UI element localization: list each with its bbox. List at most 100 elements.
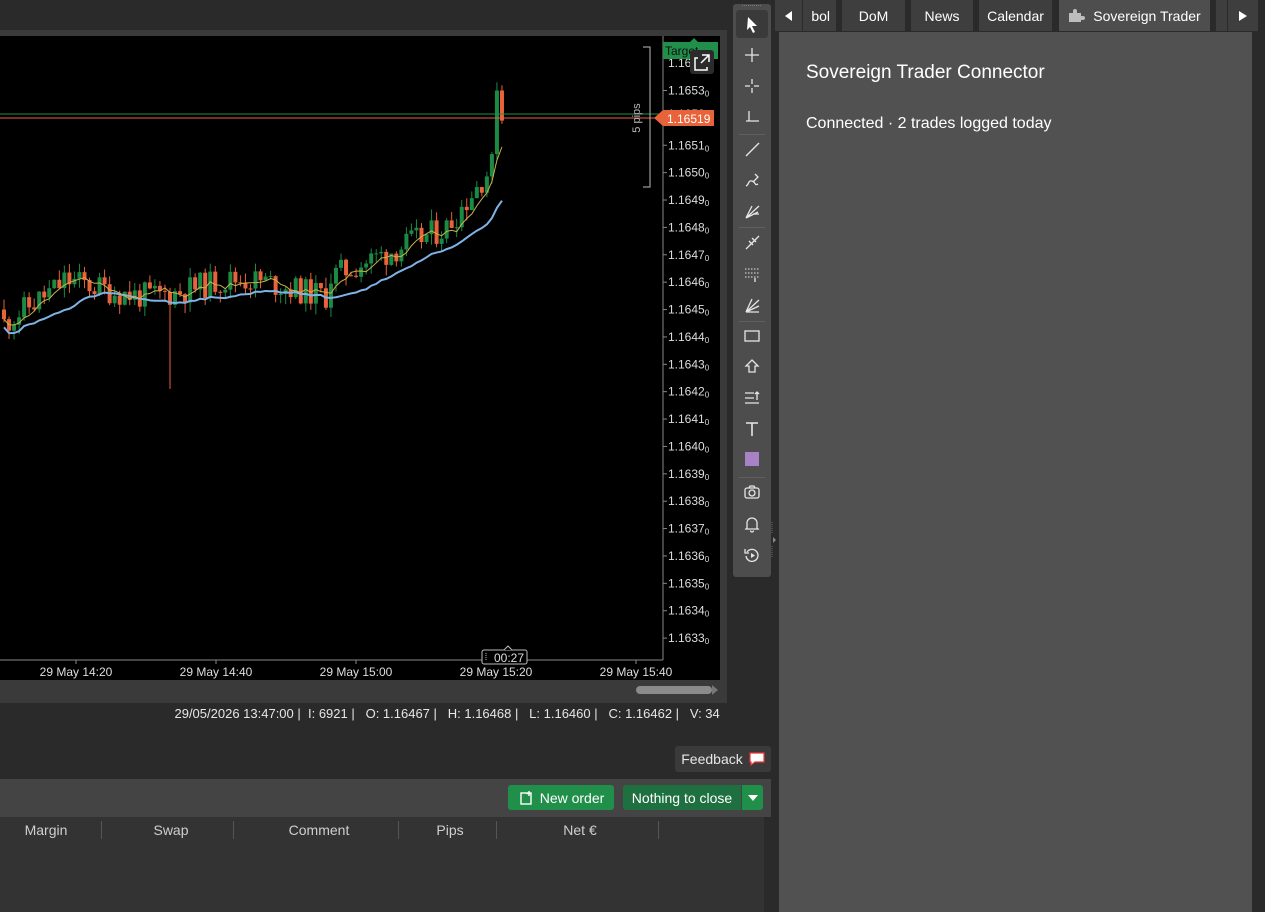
tab-label: DoM	[858, 7, 889, 24]
tab-overflow-strip	[1216, 0, 1227, 31]
tool-fib-fan[interactable]	[736, 197, 768, 225]
crosshair-icon	[745, 48, 759, 62]
price-tick-label: 1.16530	[668, 84, 710, 99]
price-tick-label: 1.16490	[668, 193, 710, 208]
candle-body	[268, 276, 273, 278]
candle-body	[27, 297, 32, 308]
tab-calendar[interactable]: Calendar	[979, 0, 1052, 31]
candle-body	[454, 227, 459, 229]
feedback-button[interactable]: Feedback	[675, 746, 771, 772]
tool-alert-bell[interactable]	[736, 510, 768, 538]
column-header-comment[interactable]: Comment	[240, 817, 398, 843]
candle-body	[409, 230, 414, 234]
tool-zoom-crosshair[interactable]	[736, 72, 768, 100]
column-header-swap[interactable]: Swap	[110, 817, 232, 843]
feedback-bubble-icon	[749, 752, 765, 766]
tool-levels[interactable]	[736, 384, 768, 412]
panel-title: Sovereign Trader Connector	[806, 62, 1045, 83]
tool-pitchfork[interactable]	[736, 228, 768, 256]
candle-body	[414, 227, 419, 231]
candle-body	[253, 271, 258, 289]
chart-canvas[interactable]: 1.165301.165201.165101.165001.164901.164…	[0, 36, 720, 680]
tab-dom[interactable]: DoM	[842, 0, 905, 31]
tool-replay[interactable]	[736, 541, 768, 569]
tool-color-swatch[interactable]	[736, 445, 768, 473]
panel-tab-bar: bol DoM News Calendar Sovereign Trader	[775, 0, 1265, 31]
fib-fan-icon	[745, 205, 760, 219]
price-tick-label: 1.16430	[668, 357, 710, 372]
tool-text[interactable]	[736, 415, 768, 443]
price-tick-label: 1.16330	[668, 631, 710, 646]
close-all-button[interactable]: Nothing to close	[623, 785, 741, 810]
time-tick-label: 29 May 14:40	[180, 665, 253, 679]
candle-body	[499, 90, 504, 121]
chart-horizontal-scrollbar[interactable]	[0, 684, 720, 696]
ohlc-close: C: 1.16462	[608, 706, 673, 721]
price-tick-label: 1.16450	[668, 303, 710, 318]
time-tick-label: 29 May 15:40	[600, 665, 673, 679]
candle-body	[147, 282, 152, 289]
toolbar-grip-icon[interactable]	[742, 4, 762, 8]
panel-splitter[interactable]	[771, 520, 777, 560]
price-tick-label: 1.16340	[668, 604, 710, 619]
column-header-margin[interactable]: Margin	[0, 817, 92, 843]
arrow-up-icon	[744, 359, 760, 373]
new-order-button[interactable]: New order	[508, 785, 614, 810]
ohlc-datetime: 29/05/2026 13:47:00	[174, 706, 294, 721]
color-swatch-icon	[745, 452, 759, 466]
column-header-net[interactable]: Net €	[500, 817, 660, 843]
column-header-pips[interactable]: Pips	[405, 817, 495, 843]
connection-status: Connected · 2 trades logged today	[806, 115, 1052, 132]
candle-body	[298, 278, 303, 304]
candle-body	[77, 272, 82, 279]
tab-symbol[interactable]: bol	[803, 0, 836, 31]
candle-body	[52, 279, 57, 289]
candle-body	[218, 291, 223, 293]
tool-line[interactable]	[736, 135, 768, 163]
tool-fib-retracement[interactable]	[736, 260, 768, 288]
tool-pointer[interactable]	[736, 10, 768, 38]
candle-body	[349, 275, 354, 277]
candle-body	[333, 267, 338, 284]
tabs-scroll-left-button[interactable]	[775, 0, 802, 31]
tab-sovereign-trader[interactable]: Sovereign Trader	[1059, 0, 1210, 31]
candle-body	[47, 288, 52, 298]
zoom-crosshair-icon	[745, 79, 759, 93]
candle-body	[12, 324, 17, 331]
tool-crosshair[interactable]	[736, 41, 768, 69]
scroll-right-arrow-icon[interactable]	[712, 685, 718, 695]
candle-body	[92, 291, 97, 295]
candle-body	[263, 276, 268, 281]
chevron-down-icon	[747, 794, 758, 801]
candle-body	[2, 309, 6, 320]
tool-arrow-up[interactable]	[736, 353, 768, 381]
price-chart[interactable]: 1.165301.165201.165101.165001.164901.164…	[0, 36, 720, 680]
candle-body	[474, 187, 479, 199]
candle-body	[479, 187, 484, 193]
candle-body	[489, 154, 494, 177]
candle-body	[152, 285, 157, 289]
pen-icon	[745, 173, 759, 187]
candle-body	[419, 227, 424, 242]
candle-body	[278, 293, 283, 295]
scrollbar-thumb[interactable]	[636, 686, 712, 694]
tab-news[interactable]: News	[911, 0, 973, 31]
tabs-scroll-right-button[interactable]	[1228, 0, 1258, 31]
close-options-dropdown[interactable]	[742, 785, 763, 810]
candle-body	[449, 220, 454, 228]
tool-rectangle[interactable]	[736, 322, 768, 350]
candle-body	[434, 220, 439, 244]
candle-body	[22, 297, 27, 318]
candle-body	[318, 283, 323, 289]
candle-body	[328, 283, 333, 308]
tool-camera[interactable]	[736, 478, 768, 506]
price-tick-label: 1.16500	[668, 166, 710, 181]
price-tick-label: 1.16440	[668, 330, 710, 345]
candle-body	[293, 278, 298, 298]
tool-pen[interactable]	[736, 166, 768, 194]
candle-body	[258, 271, 263, 281]
tool-fan[interactable]	[736, 291, 768, 319]
fan-icon	[745, 298, 760, 313]
candle-body	[359, 267, 364, 277]
tool-measure[interactable]	[736, 103, 768, 131]
